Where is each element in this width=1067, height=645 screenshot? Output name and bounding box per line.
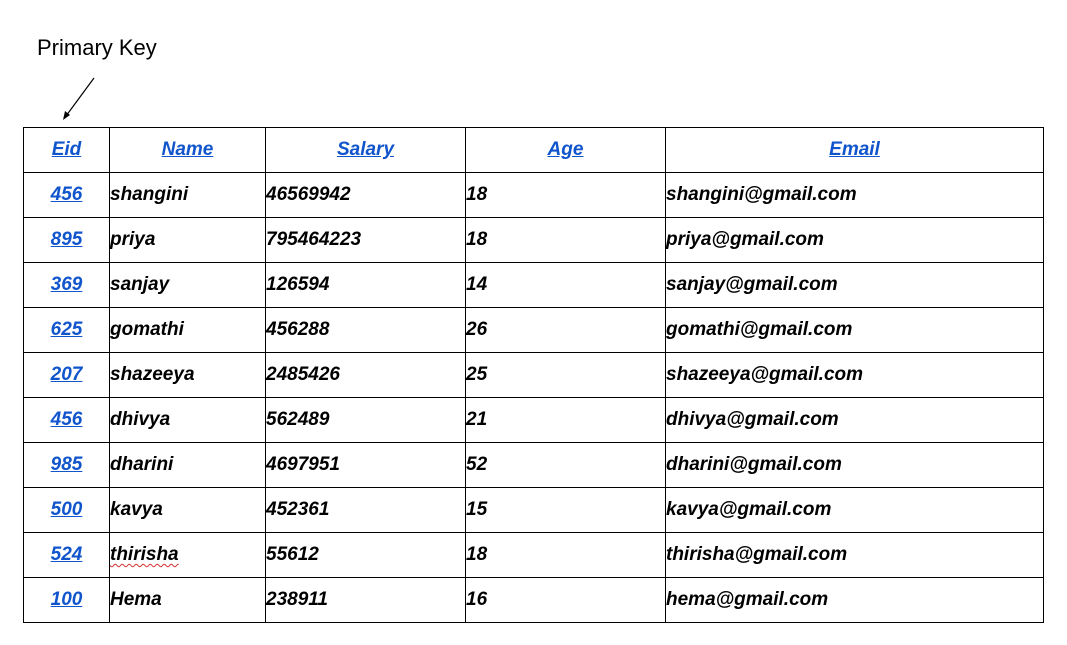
name-cell: Hema xyxy=(109,577,266,623)
salary-cell: 46569942 xyxy=(265,172,466,218)
email-cell: priya@gmail.com xyxy=(665,217,1044,263)
table-row: 207 shazeeya 2485426 25 shazeeya@gmail.com xyxy=(23,352,1044,398)
email-cell: dharini@gmail.com xyxy=(665,442,1044,488)
email-cell: hema@gmail.com xyxy=(665,577,1044,623)
salary-cell: 126594 xyxy=(265,262,466,308)
salary-cell: 562489 xyxy=(265,397,466,443)
eid-cell[interactable]: 369 xyxy=(23,262,110,308)
salary-cell: 452361 xyxy=(265,487,466,533)
arrow-icon xyxy=(63,77,95,120)
eid-cell[interactable]: 895 xyxy=(23,217,110,263)
age-cell: 26 xyxy=(465,307,666,353)
age-cell: 18 xyxy=(465,172,666,218)
table-row: 500 kavya 452361 15 kavya@gmail.com xyxy=(23,487,1044,533)
column-header-eid[interactable]: Eid xyxy=(23,127,110,173)
salary-cell: 4697951 xyxy=(265,442,466,488)
name-cell: dharini xyxy=(109,442,266,488)
age-cell: 18 xyxy=(465,217,666,263)
eid-cell[interactable]: 985 xyxy=(23,442,110,488)
name-cell: kavya xyxy=(109,487,266,533)
column-header-age[interactable]: Age xyxy=(465,127,666,173)
name-cell: shazeeya xyxy=(109,352,266,398)
age-cell: 15 xyxy=(465,487,666,533)
table-row: 985 dharini 4697951 52 dharini@gmail.com xyxy=(23,442,1044,488)
table-row: 625 gomathi 456288 26 gomathi@gmail.com xyxy=(23,307,1044,353)
email-cell: shazeeya@gmail.com xyxy=(665,352,1044,398)
eid-cell[interactable]: 524 xyxy=(23,532,110,578)
age-cell: 52 xyxy=(465,442,666,488)
header-row: Eid Name Salary Age Email xyxy=(23,127,1044,173)
eid-cell[interactable]: 625 xyxy=(23,307,110,353)
name-cell: priya xyxy=(109,217,266,263)
salary-cell: 456288 xyxy=(265,307,466,353)
email-cell: kavya@gmail.com xyxy=(665,487,1044,533)
eid-cell[interactable]: 500 xyxy=(23,487,110,533)
table-row: 456 dhivya 562489 21 dhivya@gmail.com xyxy=(23,397,1044,443)
age-cell: 16 xyxy=(465,577,666,623)
column-header-salary[interactable]: Salary xyxy=(265,127,466,173)
name-cell: gomathi xyxy=(109,307,266,353)
primary-key-label: Primary Key xyxy=(37,35,157,60)
table-row: 524 thirisha 55612 18 thirisha@gmail.com xyxy=(23,532,1044,578)
age-cell: 18 xyxy=(465,532,666,578)
salary-cell: 55612 xyxy=(265,532,466,578)
eid-cell[interactable]: 456 xyxy=(23,172,110,218)
email-cell: sanjay@gmail.com xyxy=(665,262,1044,308)
eid-cell[interactable]: 456 xyxy=(23,397,110,443)
employee-table: Eid Name Salary Age Email 456 shangini 465… xyxy=(23,127,1044,623)
table-row: 456 shangini 46569942 18 shangini@gmail.com xyxy=(23,172,1044,218)
age-cell: 25 xyxy=(465,352,666,398)
table-row: 100 Hema 238911 16 hema@gmail.com xyxy=(23,577,1044,623)
eid-cell[interactable]: 100 xyxy=(23,577,110,623)
column-header-name[interactable]: Name xyxy=(109,127,266,173)
spellcheck-flagged-text: thirisha xyxy=(110,544,179,565)
salary-cell: 238911 xyxy=(265,577,466,623)
name-cell: dhivya xyxy=(109,397,266,443)
email-cell: thirisha@gmail.com xyxy=(665,532,1044,578)
name-cell: thirisha xyxy=(109,532,266,578)
name-cell: shangini xyxy=(109,172,266,218)
table-row: 369 sanjay 126594 14 sanjay@gmail.com xyxy=(23,262,1044,308)
name-cell: sanjay xyxy=(109,262,266,308)
table-row: 895 priya 795464223 18 priya@gmail.com xyxy=(23,217,1044,263)
age-cell: 14 xyxy=(465,262,666,308)
email-cell: shangini@gmail.com xyxy=(665,172,1044,218)
table-body: 456 shangini 46569942 18 shangini@gmail.com 8… xyxy=(23,172,1044,623)
age-cell: 21 xyxy=(465,397,666,443)
salary-cell: 795464223 xyxy=(265,217,466,263)
salary-cell: 2485426 xyxy=(265,352,466,398)
email-cell: dhivya@gmail.com xyxy=(665,397,1044,443)
eid-cell[interactable]: 207 xyxy=(23,352,110,398)
column-header-email[interactable]: Email xyxy=(665,127,1044,173)
email-cell: gomathi@gmail.com xyxy=(665,307,1044,353)
